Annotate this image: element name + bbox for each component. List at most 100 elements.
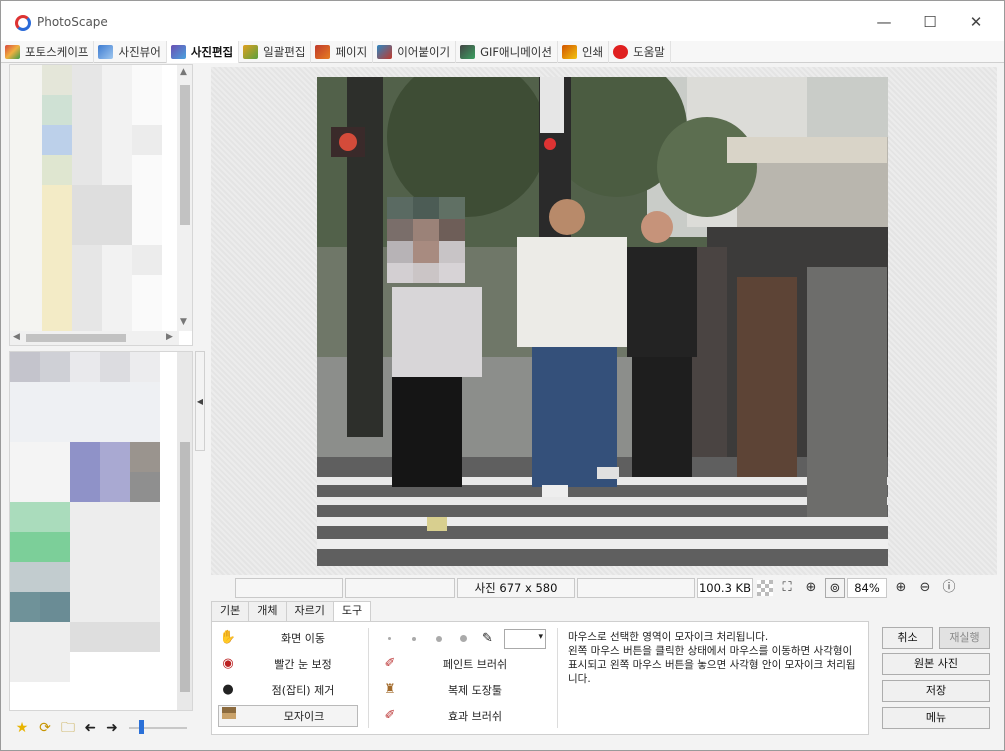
tab-gif[interactable]: GIF애니메이션	[456, 41, 558, 63]
paint-brush-tool-button[interactable]: ✐ 페인트 브러쉬	[380, 653, 530, 675]
thumbnail-vertical-scrollbar[interactable]	[177, 352, 192, 710]
maximize-button[interactable]: ☐	[907, 7, 953, 37]
undo-button[interactable]: 취소	[882, 627, 933, 649]
tab-label: 사진편집	[190, 45, 234, 59]
mosaic-block	[100, 352, 130, 382]
tab-page[interactable]: 페이지	[311, 41, 374, 63]
folder-icon[interactable]: 🗀	[59, 719, 77, 737]
thumbnail-size-slider[interactable]	[129, 727, 187, 729]
folder-tree-panel[interactable]: ▲ ▼ ◀ ▶	[9, 64, 193, 346]
mosaic-block	[10, 592, 40, 622]
mosaic-block	[10, 502, 70, 532]
star-icon[interactable]: ★	[13, 719, 31, 737]
subtab-tools[interactable]: 도구	[332, 601, 372, 622]
tab-label: GIF애니메이션	[480, 45, 552, 59]
mosaic-tool-button[interactable]: 모자이크	[218, 705, 358, 727]
tab-combine[interactable]: 이어붙이기	[373, 41, 457, 63]
zoom-fit-icon[interactable]: ⊚	[825, 578, 845, 598]
scroll-up-icon[interactable]: ▲	[180, 67, 187, 77]
effect-brush-tool-button[interactable]: ✐ 효과 브러쉬	[380, 705, 530, 727]
transparency-grid-icon[interactable]	[757, 580, 773, 596]
zoom-in-icon[interactable]: ⊕	[891, 578, 911, 598]
mosaic-block	[40, 352, 70, 382]
fit-to-window-icon[interactable]: ⛶	[777, 578, 797, 598]
panel-collapse-icon[interactable]: ◀	[195, 351, 205, 451]
mosaic-block	[70, 622, 160, 652]
photoscape-logo-icon	[15, 15, 31, 31]
edited-photo[interactable]	[317, 77, 888, 566]
back-arrow-icon[interactable]: ➜	[81, 719, 99, 737]
original-photo-button[interactable]: 원본 사진	[882, 653, 990, 675]
print-tab-icon	[561, 45, 577, 59]
file-size: 100.3 KB	[697, 578, 753, 598]
mosaic-block	[100, 442, 130, 502]
subtab-basic[interactable]: 기본	[211, 601, 250, 621]
scrollbar-thumb[interactable]	[180, 85, 190, 225]
close-button[interactable]: ✕	[953, 7, 999, 37]
scroll-right-icon[interactable]: ▶	[166, 332, 173, 342]
scroll-down-icon[interactable]: ▼	[180, 317, 187, 327]
brush-size-2[interactable]	[412, 637, 416, 641]
mosaic-block	[130, 442, 160, 472]
menu-button[interactable]: 메뉴	[882, 707, 990, 729]
tab-photoscape[interactable]: 포토스케이프	[1, 41, 95, 63]
tab-viewer[interactable]: 사진뷰어	[94, 41, 167, 63]
slider-handle[interactable]	[139, 720, 144, 734]
folder-vertical-scrollbar[interactable]: ▲ ▼	[177, 65, 192, 331]
tab-label: 인쇄	[581, 45, 604, 59]
subtab-object[interactable]: 개체	[248, 601, 287, 621]
mosaic-icon	[219, 707, 239, 725]
batch-tab-icon	[243, 45, 259, 59]
scrollbar-thumb[interactable]	[26, 334, 126, 342]
refresh-icon[interactable]: ⟳	[36, 719, 54, 737]
brush-size-1[interactable]	[388, 637, 391, 640]
image-viewer[interactable]	[211, 67, 997, 575]
tool-label: 점(잡티) 제거	[271, 684, 335, 697]
mosaic-block	[132, 245, 162, 275]
mosaic-block	[42, 125, 72, 155]
pan-tool-button[interactable]: ✋ 화면 이동	[218, 627, 358, 649]
tab-help[interactable]: 도움말	[609, 41, 671, 63]
eyedropper-icon[interactable]: ✎	[482, 631, 493, 646]
mosaic-block	[70, 352, 100, 382]
status-cell	[235, 578, 343, 598]
tool-label: 빨간 눈 보정	[274, 658, 332, 671]
mosaic-block	[42, 185, 72, 335]
redo-button[interactable]: 재실행	[939, 627, 990, 649]
mosaic-block	[130, 472, 160, 502]
panel-divider	[368, 628, 369, 728]
tab-print[interactable]: 인쇄	[558, 41, 610, 63]
clone-stamp-tool-button[interactable]: ♜ 복제 도장툴	[380, 679, 530, 701]
editor-sub-tabs: 기본 개체 자르기 도구	[211, 601, 372, 622]
save-button[interactable]: 저장	[882, 680, 990, 702]
scroll-left-icon[interactable]: ◀	[13, 332, 20, 342]
thumbnail-panel[interactable]	[9, 351, 193, 711]
minimize-button[interactable]: —	[861, 7, 907, 37]
red-eye-tool-button[interactable]: ◉ 빨간 눈 보정	[218, 653, 358, 675]
color-select[interactable]	[504, 629, 546, 649]
main-tab-bar: 포토스케이프 사진뷰어 사진편집 일괄편집 페이지 이어붙이기 GIF애니메이션…	[1, 41, 1004, 63]
forward-arrow-icon[interactable]: ➜	[103, 719, 121, 737]
brush-size-4[interactable]	[460, 635, 467, 642]
mosaic-block	[132, 65, 162, 335]
folder-horizontal-scrollbar[interactable]: ◀ ▶	[10, 331, 179, 345]
window-title: PhotoScape	[37, 15, 108, 29]
zoom-out-icon[interactable]: ⊖	[915, 578, 935, 598]
brush-size-3[interactable]	[436, 636, 442, 642]
status-cell	[577, 578, 695, 598]
mosaic-block	[10, 562, 70, 592]
tab-editor[interactable]: 사진편집	[166, 41, 240, 63]
spot-removal-tool-button[interactable]: ● 점(잡티) 제거	[218, 679, 358, 701]
viewer-tab-icon	[98, 45, 114, 59]
eye-icon: ◉	[222, 656, 234, 671]
subtab-crop[interactable]: 자르기	[285, 601, 334, 621]
status-bar: 사진 677 x 580 100.3 KB ⛶ ⊕ ⊚ 84% ⊕ ⊖ ⓘ	[211, 577, 997, 599]
tab-batch[interactable]: 일괄편집	[239, 41, 312, 63]
title-bar: PhotoScape — ☐ ✕	[1, 1, 1004, 41]
info-icon[interactable]: ⓘ	[939, 578, 959, 598]
effect-brush-icon: ✐	[384, 708, 396, 723]
mosaic-block	[10, 352, 40, 382]
scrollbar-thumb[interactable]	[180, 442, 190, 692]
tool-label: 효과 브러쉬	[447, 710, 503, 723]
actual-size-icon[interactable]: ⊕	[801, 578, 821, 598]
